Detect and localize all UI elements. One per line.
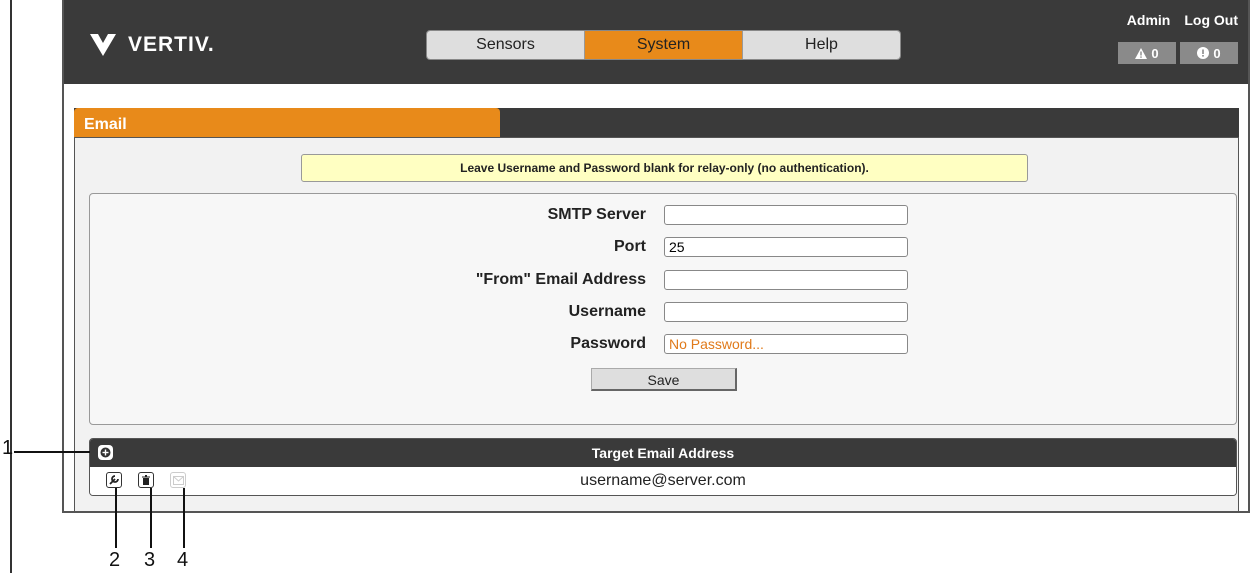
smtp-row: SMTP Server — [90, 203, 1236, 227]
password-input[interactable] — [664, 334, 908, 354]
username-input[interactable] — [664, 302, 908, 322]
callout-line-4 — [183, 488, 185, 548]
target-email-value: username@server.com — [580, 472, 746, 489]
admin-link[interactable]: Admin — [1127, 12, 1171, 28]
tab-help[interactable]: Help — [743, 31, 900, 59]
callout-line-1 — [14, 451, 90, 453]
brand-name: VERTIV. — [128, 33, 215, 56]
tab-system[interactable]: System — [585, 31, 743, 59]
info-notice: Leave Username and Password blank for re… — [301, 154, 1028, 182]
panel-title: Email — [74, 108, 500, 137]
main-nav: Sensors System Help — [426, 30, 901, 60]
smtp-form: SMTP Server Port "From" Email Address Us… — [89, 193, 1237, 425]
logout-link[interactable]: Log Out — [1184, 12, 1238, 28]
callout-4: 4 — [177, 549, 189, 571]
alarm-count: 0 — [1151, 45, 1159, 61]
smtp-server-input[interactable] — [664, 205, 908, 225]
from-email-input[interactable] — [664, 270, 908, 290]
warning-badge[interactable]: 0 — [1180, 42, 1238, 64]
port-input[interactable] — [664, 237, 908, 257]
app-window: VERTIV. Sensors System Help Admin Log Ou… — [62, 0, 1250, 513]
user-links: Admin Log Out — [1127, 12, 1238, 28]
save-button[interactable]: Save — [591, 368, 737, 391]
tab-sensors[interactable]: Sensors — [427, 31, 585, 59]
from-row: "From" Email Address — [90, 268, 1236, 292]
top-bar: VERTIV. Sensors System Help Admin Log Ou… — [64, 0, 1248, 84]
target-email-table: Target Email Address username@server.com — [89, 438, 1237, 496]
callout-line-2 — [115, 488, 117, 548]
left-margin-line — [10, 0, 12, 573]
warning-count: 0 — [1213, 45, 1221, 61]
smtp-server-label: SMTP Server — [547, 206, 646, 223]
password-label: Password — [570, 335, 646, 352]
port-row: Port — [90, 235, 1236, 259]
callout-1: 1 — [2, 437, 14, 459]
alarm-badge[interactable]: 0 — [1118, 42, 1176, 64]
table-row: username@server.com — [90, 467, 1236, 495]
brand-logo[interactable]: VERTIV. — [88, 32, 215, 58]
username-row: Username — [90, 300, 1236, 324]
callout-3: 3 — [144, 549, 156, 571]
target-header-label: Target Email Address — [591, 445, 735, 461]
password-row: Password — [90, 332, 1236, 356]
vertiv-logo-icon — [90, 34, 116, 56]
callout-line-3 — [150, 488, 152, 548]
username-label: Username — [568, 303, 646, 320]
callout-2: 2 — [109, 549, 121, 571]
from-email-label: "From" Email Address — [475, 271, 646, 288]
port-label: Port — [614, 238, 646, 255]
warning-icon — [1197, 47, 1210, 59]
panel-tab-bar: Email — [74, 108, 1239, 137]
target-table-header: Target Email Address — [90, 439, 1236, 467]
alarm-icon — [1135, 47, 1148, 59]
status-badges: 0 0 — [1118, 42, 1238, 64]
email-panel: Leave Username and Password blank for re… — [74, 137, 1239, 512]
